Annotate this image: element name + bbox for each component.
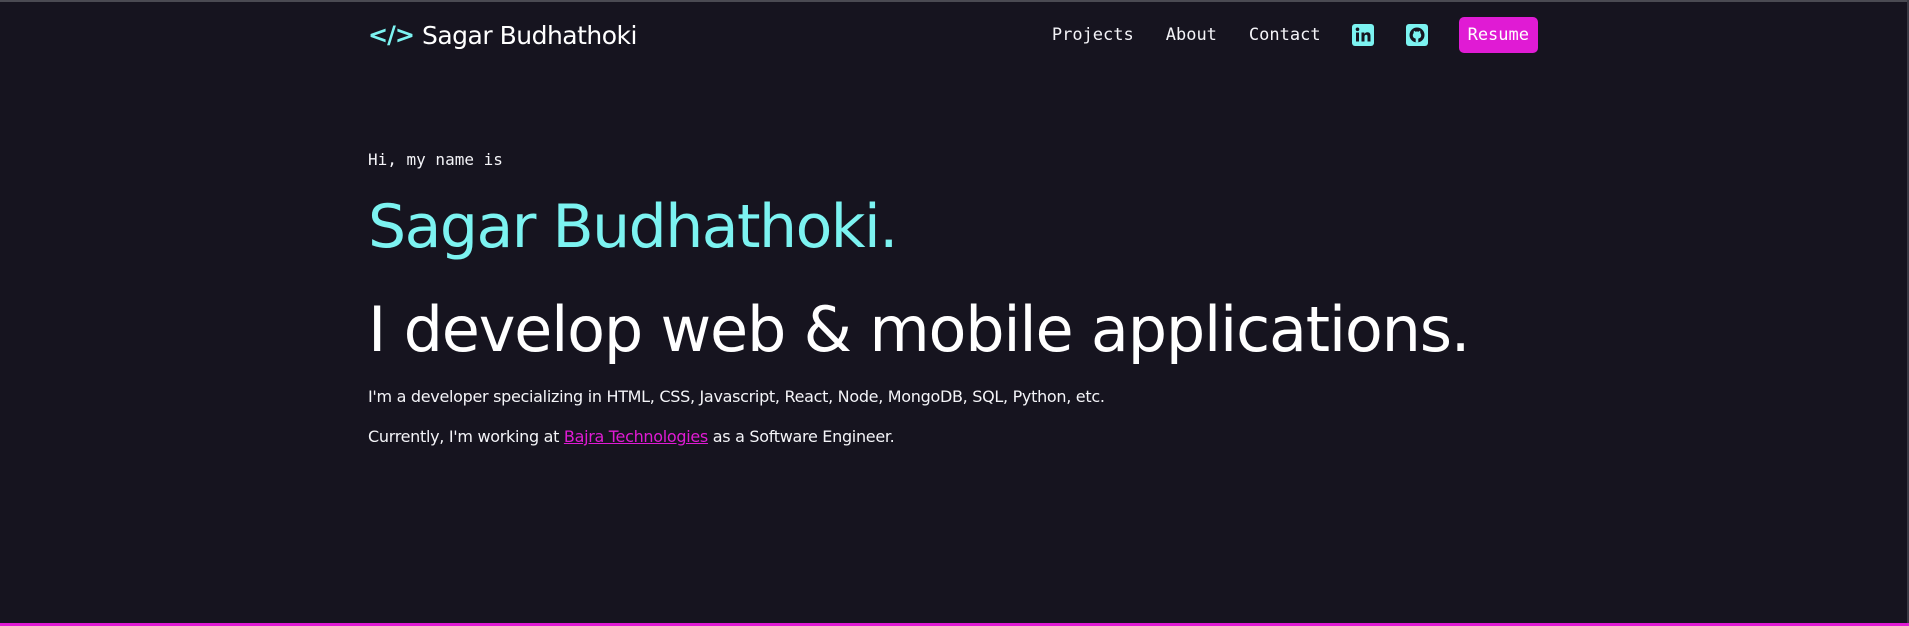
hero-name: Sagar Budhathoki.: [368, 192, 898, 262]
intro-text: I'm a developer specializing in HTML, CS…: [368, 387, 1105, 406]
greeting-text: Hi, my name is: [368, 150, 503, 169]
nav-link-about[interactable]: About: [1166, 25, 1217, 45]
current-job-suffix: as a Software Engineer.: [707, 427, 895, 446]
linkedin-icon: [1351, 24, 1374, 46]
current-job-text: Currently, I'm working at Bajra Technolo…: [368, 426, 1568, 448]
current-job-prefix: Currently, I'm working at: [368, 427, 564, 446]
brand-name: Sagar Budhathoki: [421, 20, 638, 50]
main-nav: Projects About Contact Resume: [1052, 17, 1538, 53]
nav-link-contact[interactable]: Contact: [1249, 25, 1321, 45]
github-icon: [1405, 24, 1428, 46]
company-link[interactable]: Bajra Technologies: [564, 427, 708, 446]
hero-section: Hi, my name is Sagar Budhathoki. I devel…: [368, 150, 1568, 448]
hero-tagline: I develop web & mobile applications.: [368, 293, 1471, 366]
site-header: </> Sagar Budhathoki Projects About Cont…: [368, 15, 1538, 55]
brand-link[interactable]: </> Sagar Budhathoki: [368, 23, 637, 48]
github-link[interactable]: [1405, 23, 1429, 47]
code-icon: </>: [368, 21, 415, 49]
nav-link-projects[interactable]: Projects: [1052, 25, 1134, 45]
linkedin-link[interactable]: [1351, 23, 1375, 47]
resume-button[interactable]: Resume: [1458, 17, 1538, 53]
window-top-border: [0, 0, 1909, 2]
